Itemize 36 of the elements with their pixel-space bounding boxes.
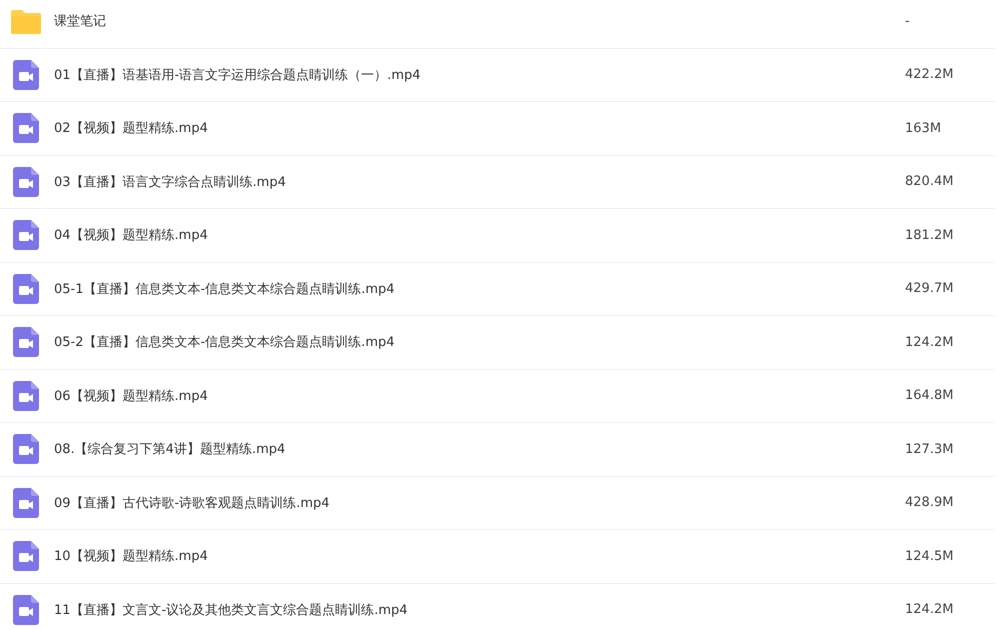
video-file-icon: [13, 380, 39, 411]
video-file-icon: [13, 220, 39, 250]
file-name[interactable]: 10【视频】题型精练.mp4: [54, 547, 905, 566]
file-name[interactable]: 09【直播】古代诗歌-诗歌客观题点睛训练.mp4: [54, 494, 905, 512]
file-name[interactable]: 02【视频】题型精练.mp4: [54, 119, 905, 138]
file-name[interactable]: 11【直播】文言文-议论及其他类文言文综合题点睛训练.mp4: [54, 600, 905, 619]
file-name[interactable]: 05-1【直播】信息类文本-信息类文本综合题点睛训练.mp4: [54, 280, 905, 298]
file-size: -: [905, 14, 911, 29]
file-size: 181.2M: [905, 228, 954, 243]
file-size: 429.7M: [905, 281, 954, 296]
file-size: 428.9M: [905, 495, 954, 510]
file-size: 127.3M: [905, 442, 954, 457]
file-name[interactable]: 05-2【直播】信息类文本-信息类文本综合题点睛训练.mp4: [54, 333, 905, 352]
video-file-icon: [13, 274, 39, 304]
video-file-icon: [13, 60, 39, 90]
file-name[interactable]: 04【视频】题型精练.mp4: [54, 226, 905, 244]
file-size: 820.4M: [905, 174, 954, 190]
folder-name[interactable]: 课堂笔记: [54, 12, 905, 30]
file-size: 124.2M: [905, 602, 954, 618]
file-name[interactable]: 03【直播】语言文字综合点睛训练.mp4: [54, 172, 905, 191]
file-name[interactable]: 06【视频】题型精练.mp4: [54, 386, 905, 405]
file-size: 422.2M: [905, 67, 954, 82]
file-size: 124.5M: [905, 548, 954, 564]
file-size: 124.2M: [905, 334, 954, 350]
video-file-icon: [13, 594, 39, 625]
video-file-icon: [13, 434, 39, 464]
video-file-icon: [13, 113, 39, 144]
video-file-icon: [13, 327, 39, 358]
file-size: 164.8M: [905, 388, 954, 404]
video-file-icon: [13, 488, 39, 518]
file-size: 163M: [905, 120, 942, 136]
file-name[interactable]: 01【直播】语基语用-语言文字运用综合题点睛训练（一）.mp4: [54, 66, 905, 84]
video-file-icon: [13, 541, 39, 572]
video-file-icon: [13, 166, 39, 197]
file-name[interactable]: 08.【综合复习下第4讲】题型精练.mp4: [54, 440, 905, 458]
folder-icon: [11, 8, 41, 34]
